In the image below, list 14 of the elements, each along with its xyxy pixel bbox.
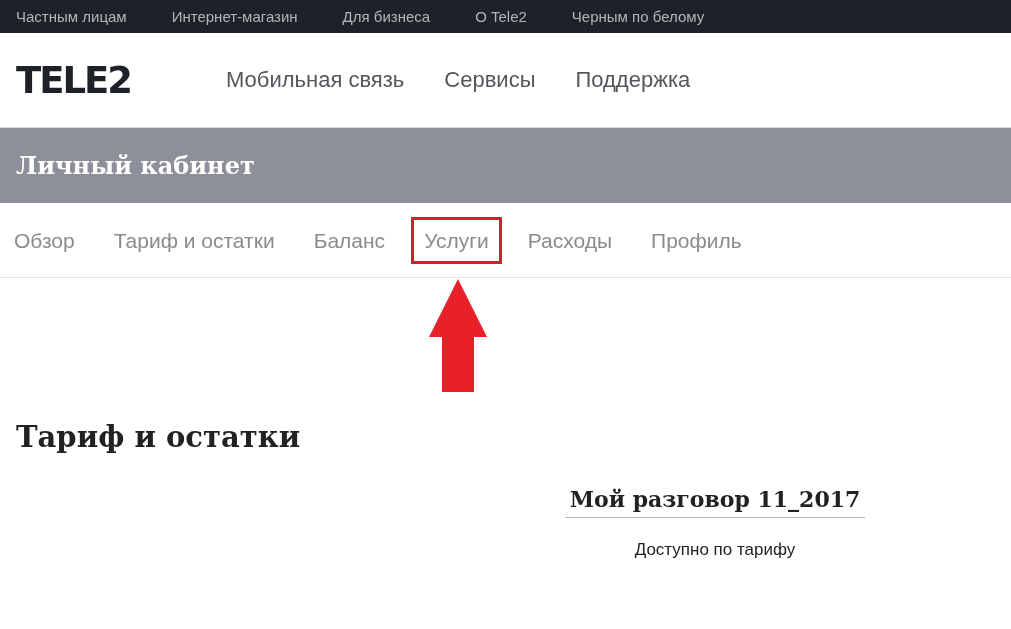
section-title: Тариф и остатки <box>16 419 301 456</box>
tariff-name: Мой разговор 11_2017 <box>565 484 865 518</box>
top-bar-link[interactable]: Для бизнеса <box>342 8 431 25</box>
logo[interactable]: TELE2 <box>16 61 130 99</box>
up-arrow-icon <box>429 278 488 392</box>
nav-link[interactable]: Поддержка <box>575 67 691 93</box>
account-title: Личный кабинет <box>16 151 255 180</box>
top-bar-link[interactable]: Частным лицам <box>16 8 127 25</box>
top-bar-link[interactable]: Интернет-магазин <box>171 8 298 25</box>
tariff-note: Доступно по тарифу <box>633 540 797 560</box>
top-bar-link[interactable]: Черным по белому <box>571 8 705 25</box>
top-bar-link[interactable]: О Tele2 <box>475 8 527 25</box>
nav-link[interactable]: Сервисы <box>444 67 536 93</box>
nav-link[interactable]: Мобильная связь <box>226 67 405 93</box>
